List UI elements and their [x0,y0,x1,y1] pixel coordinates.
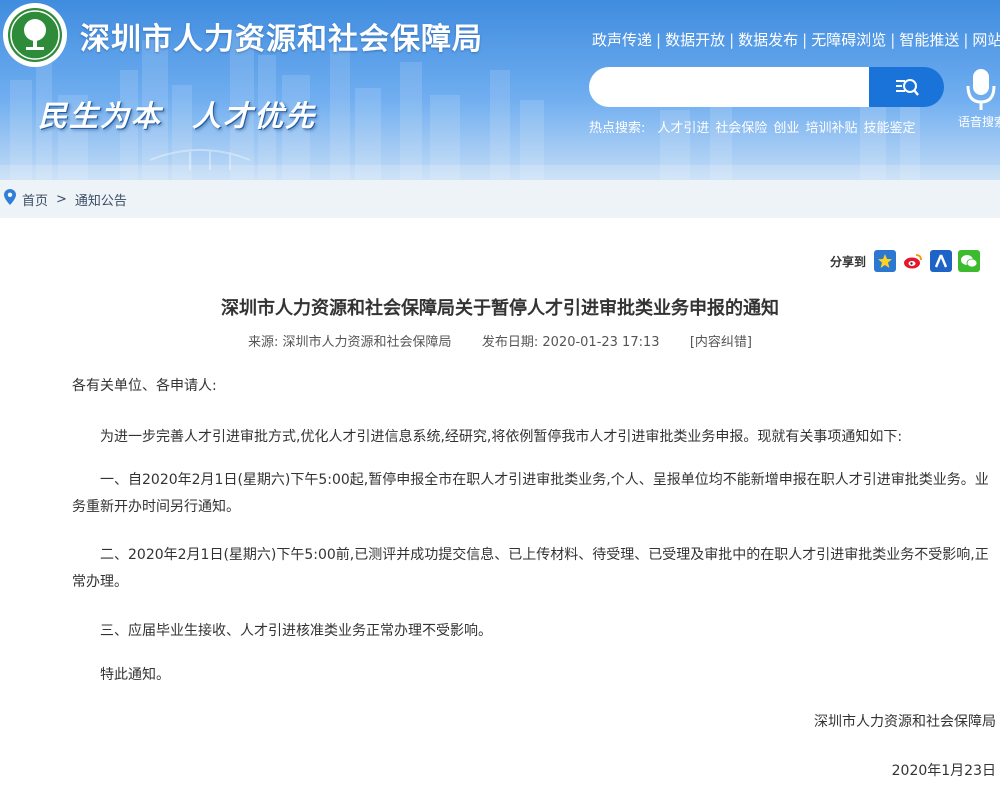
article-paragraph: 为进一步完善人才引进审批方式,优化人才引进信息系统,经研究,将依例暂停我市人才引… [100,429,903,445]
nav-link-website[interactable]: 网站 [972,31,1000,49]
article-paragraph: 一、自2020年2月1日(星期六)下午5:00起,暂停申报全市在职人才引进审批类… [72,472,989,515]
breadcrumb-separator: > [56,191,67,207]
qzone-star-icon[interactable] [874,250,897,272]
breadcrumb-home[interactable]: 首页 [22,190,48,209]
content-correction-link[interactable]: [内容纠错] [690,335,752,350]
hot-search-startup[interactable]: 创业 [773,121,799,136]
nav-link-policy-messages[interactable]: 政声传递 [592,31,652,49]
hot-search-social-insurance[interactable]: 社会保险 [715,121,767,136]
breadcrumb-current[interactable]: 通知公告 [75,190,127,209]
source-label: 来源: [248,335,279,350]
search-icon [895,79,919,96]
nav-separator: | [890,31,896,49]
search-bar [589,67,955,107]
location-pin-icon [4,189,16,209]
tree-emblem-icon [8,8,62,62]
nav-link-data-open[interactable]: 数据开放 [665,31,725,49]
search-input[interactable] [589,67,869,107]
share-bar: 分享到 [830,249,986,273]
article-meta: 来源: 深圳市人力资源和社会保障局 发布日期: 2020-01-23 17:13… [0,331,1000,350]
signature-date: 2020年1月23日 [891,763,996,779]
share-label: 分享到 [830,254,867,269]
breadcrumb: 首页 > 通知公告 [0,180,1000,218]
signature-organization: 深圳市人力资源和社会保障局 [814,714,996,730]
article-greeting: 各有关单位、各申请人: [72,378,217,394]
nav-link-data-release[interactable]: 数据发布 [738,31,798,49]
article-paragraph: 二、2020年2月1日(星期六)下午5:00前,已测评并成功提交信息、已上传材料… [72,547,989,590]
nav-separator: | [656,31,662,49]
site-title[interactable]: 深圳市人力资源和社会保障局 [80,14,483,58]
hot-search-label: 热点搜索: [589,121,646,136]
search-button[interactable] [869,67,944,107]
publish-date-label: 发布日期: [481,335,539,350]
nav-separator: | [802,31,808,49]
hot-search: 热点搜索: 人才引进 社会保险 创业 培训补贴 技能鉴定 [589,117,921,136]
wechat-icon[interactable] [958,250,981,272]
weibo-icon[interactable] [902,250,925,272]
nav-separator: | [729,31,735,49]
article-title: 深圳市人力资源和社会保障局关于暂停人才引进审批类业务申报的通知 [221,298,779,319]
hot-search-skill-appraisal[interactable]: 技能鉴定 [863,121,915,136]
publish-date-value: 2020-01-23 17:13 [542,335,660,350]
microphone-icon [966,69,996,110]
nav-link-smart-push[interactable]: 智能推送 [899,31,959,49]
source-value: 深圳市人力资源和社会保障局 [282,335,452,350]
voice-search-label: 语音搜索 [958,115,1000,129]
site-header: 深圳市人力资源和社会保障局 民生为本 人才优先 政声传递 | 数据开放 | 数据发布 | 无… [0,0,1000,180]
article-paragraph: 特此通知。 [100,667,170,683]
nav-link-accessibility[interactable]: 无障碍浏览 [811,31,886,49]
hot-search-training-subsidy[interactable]: 培训补贴 [805,121,857,136]
article-paragraph: 三、应届毕业生接收、人才引进核准类业务正常办理不受影响。 [100,623,492,639]
nav-separator: | [963,31,969,49]
hot-search-talent[interactable]: 人才引进 [657,121,709,136]
renren-icon[interactable] [930,250,953,272]
site-logo[interactable] [3,3,67,67]
top-nav: 政声传递 | 数据开放 | 数据发布 | 无障碍浏览 | 智能推送 | 网站 [592,29,1000,50]
slogan: 民生为本 人才优先 [38,99,317,133]
voice-search-button[interactable] [962,66,1000,112]
